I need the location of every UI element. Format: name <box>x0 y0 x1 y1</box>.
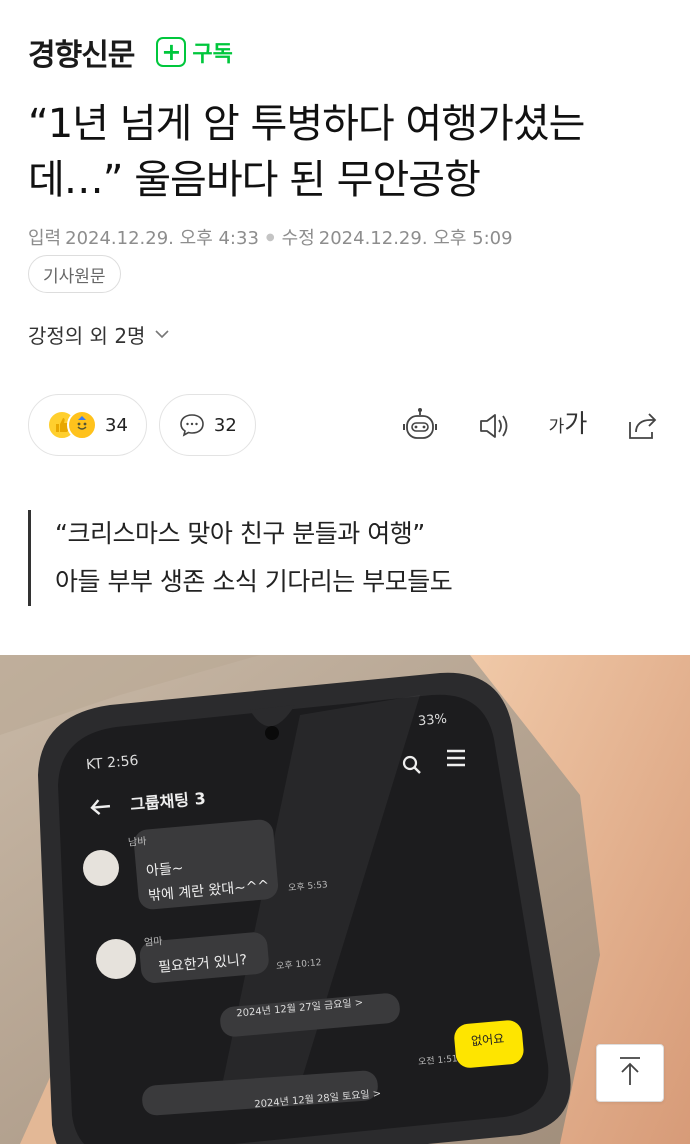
phone-sender-2: 엄마 <box>143 936 164 949</box>
comment-button[interactable]: 32 <box>158 394 256 456</box>
robot-summary-icon[interactable] <box>400 404 440 448</box>
modified-date: 2024.12.29. 오후 5:09 <box>318 228 513 249</box>
reaction-emoji-icons <box>47 410 97 440</box>
article-photo: KT 2:56 33% 그룹채팅 3 남바 아들~ 밖에 계란 왔대~^^ 오후… <box>0 655 690 1144</box>
published-date: 2024.12.29. 오후 4:33 <box>65 228 259 249</box>
speaker-icon[interactable] <box>474 404 514 448</box>
phone-sender-1: 남바 <box>127 836 148 849</box>
reporter-dropdown[interactable]: 강정의 외 2명 <box>28 320 170 349</box>
article-dates: 입력 2024.12.29. 오후 4:33 ● 수정 2024.12.29. … <box>28 224 513 250</box>
reaction-row: 34 32 <box>28 394 268 456</box>
phone-search-icon <box>402 755 422 775</box>
arrow-up-icon <box>617 1055 643 1091</box>
scroll-top-button[interactable] <box>596 1044 664 1102</box>
chevron-down-icon <box>155 327 170 343</box>
phone-message-1-line: 아들~ <box>145 860 185 880</box>
phone-back-arrow-icon <box>87 796 113 818</box>
font-size-icon[interactable]: 가가 <box>548 404 588 448</box>
reaction-button[interactable]: 34 <box>28 394 147 456</box>
press-logo[interactable]: 경향신문 <box>28 30 135 74</box>
subheading-line: “크리스마스 맞아 친구 분들과 여행” <box>55 519 425 548</box>
subscribe-label: 구독 <box>192 42 233 67</box>
reporter-name: 강정의 외 2명 <box>28 324 146 348</box>
share-icon[interactable] <box>622 404 662 448</box>
phone-battery: 33% <box>417 711 448 730</box>
press-header: 경향신문 + 구독 <box>28 30 233 74</box>
modified-label: 수정 <box>281 228 315 249</box>
article-tools: 가가 <box>366 404 662 448</box>
phone-my-message: 없어요 <box>470 1031 505 1049</box>
separator-dot: ● <box>265 231 275 243</box>
like-count: 34 <box>105 414 128 436</box>
published-label: 입력 <box>28 228 62 249</box>
subscribe-button[interactable]: + 구독 <box>156 36 233 68</box>
original-article-button[interactable]: 기사원문 <box>28 255 121 293</box>
comment-count: 32 <box>213 414 237 436</box>
comment-icon <box>178 411 206 439</box>
subheading-line: 아들 부부 생존 소식 기다리는 부모들도 <box>55 567 453 596</box>
plus-icon: + <box>156 37 187 67</box>
article-title: “1년 넘게 암 투병하다 여행가셨는데…” 울음바다 된 무안공항 <box>28 101 585 203</box>
party-face-icon <box>67 410 97 440</box>
article-subheading: “크리스마스 맞아 친구 분들과 여행” 아들 부부 생존 소식 기다리는 부모… <box>28 510 453 606</box>
phone-menu-icon <box>445 748 467 768</box>
